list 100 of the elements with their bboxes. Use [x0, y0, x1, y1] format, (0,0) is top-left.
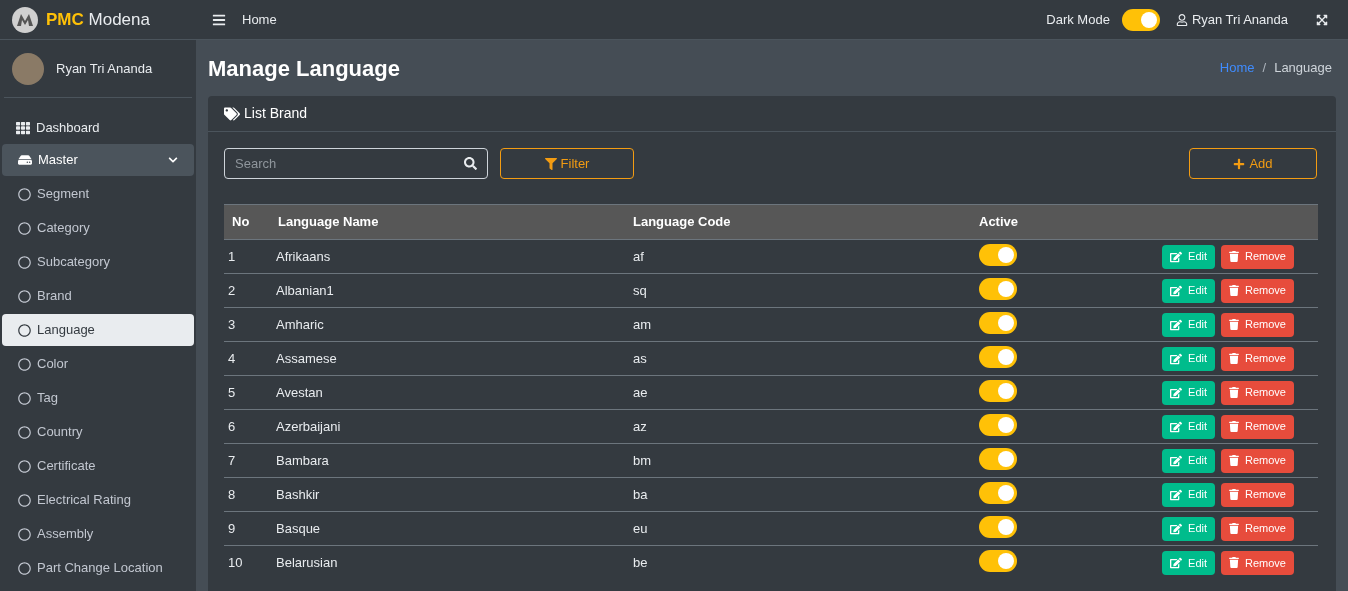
remove-button[interactable]: Remove [1221, 482, 1294, 507]
toggle-switch[interactable] [979, 277, 1017, 300]
edit-button[interactable]: Edit [1162, 380, 1216, 405]
toggle-switch[interactable] [979, 243, 1017, 266]
toggle-switch[interactable] [979, 481, 1017, 504]
home-link[interactable]: Home [242, 9, 277, 30]
remove-button[interactable]: Remove [1221, 312, 1294, 337]
nav-item[interactable]: Dashboard [4, 112, 192, 144]
trash-icon [1229, 285, 1240, 296]
user-icon [1175, 13, 1188, 26]
user-menu[interactable]: Ryan Tri Ananda [1175, 9, 1288, 30]
toggle-switch[interactable] [979, 345, 1017, 368]
table-cell: 8 [224, 477, 272, 512]
remove-button[interactable]: Remove [1221, 244, 1294, 269]
edit-button[interactable]: Edit [1162, 346, 1216, 371]
table-cell: bm [633, 443, 979, 478]
trash-icon [1229, 489, 1240, 500]
trash-icon [1229, 421, 1240, 432]
nav-subitem[interactable]: Segment [2, 178, 194, 210]
toggle-switch[interactable] [979, 515, 1017, 538]
edit-icon [1170, 250, 1183, 263]
toggle-switch[interactable] [979, 550, 1017, 572]
card-title: List Brand [244, 104, 308, 123]
nav-subitem[interactable]: Category [2, 212, 194, 244]
table-cell: 6 [224, 409, 272, 444]
nav-subitem[interactable]: Color [2, 348, 194, 380]
table-cell: ba [633, 477, 979, 512]
remove-button[interactable]: Remove [1221, 380, 1294, 405]
nav-subitem[interactable]: Subcategory [2, 246, 194, 278]
edit-button[interactable]: Edit [1162, 278, 1216, 303]
edit-button[interactable]: Edit [1162, 244, 1216, 269]
remove-button[interactable]: Remove [1221, 278, 1294, 303]
menu-icon[interactable] [212, 12, 226, 27]
edit-icon [1170, 488, 1183, 501]
trash-icon [1229, 557, 1240, 569]
avatar [12, 52, 44, 85]
search-icon[interactable] [464, 157, 477, 170]
table-cell: Amharic [272, 307, 633, 342]
logo-icon [12, 6, 38, 33]
table-cell: Belarusian [272, 545, 633, 580]
table-cell: Bashkir [272, 477, 633, 512]
table-cell: 10 [224, 545, 272, 580]
trash-icon [1229, 523, 1240, 534]
table-cell: 5 [224, 375, 272, 410]
brand-name: PMC Modena [46, 8, 150, 31]
dark-mode-label: Dark Mode [1046, 10, 1110, 29]
grid-icon [16, 121, 30, 135]
table-cell: Azerbaijani [272, 409, 633, 444]
remove-button[interactable]: Remove [1221, 346, 1294, 371]
table-cell: eu [633, 511, 979, 546]
search-input[interactable]: Search [225, 153, 464, 174]
nav-subitem[interactable]: Country [2, 416, 194, 448]
breadcrumb-separator: / [1262, 59, 1267, 78]
toggle-switch[interactable] [979, 447, 1017, 470]
toggle-switch[interactable] [1121, 8, 1160, 31]
drive-icon [18, 153, 32, 167]
fullscreen-icon[interactable] [1316, 13, 1328, 26]
remove-button[interactable]: Remove [1221, 516, 1294, 541]
edit-button[interactable]: Edit [1162, 312, 1216, 337]
toggle-switch[interactable] [979, 413, 1017, 436]
nav-subitem[interactable]: Certificate [2, 450, 194, 482]
filter-button[interactable]: Filter [500, 148, 634, 179]
edit-button[interactable]: Edit [1162, 482, 1216, 507]
nav-subitem[interactable]: Part Change Location [2, 552, 194, 584]
edit-icon [1170, 454, 1183, 467]
remove-button[interactable]: Remove [1221, 448, 1294, 473]
edit-icon [1170, 284, 1183, 297]
search-field[interactable]: Search [224, 148, 488, 179]
toggle-switch[interactable] [979, 379, 1017, 402]
table-cell: Bambara [272, 443, 633, 478]
table-cell: ae [633, 375, 979, 410]
user-name: Ryan Tri Ananda [56, 59, 153, 78]
table-cell: Basque [272, 511, 633, 546]
table-cell: 4 [224, 341, 272, 376]
nav-subitem[interactable]: Electrical Rating [2, 484, 194, 516]
add-button[interactable]: Add [1189, 148, 1317, 179]
edit-icon [1170, 522, 1183, 535]
toggle-switch[interactable] [979, 311, 1017, 334]
table-cell: as [633, 341, 979, 376]
nav-subitem[interactable]: Assembly [2, 518, 194, 550]
table-cell: 2 [224, 273, 272, 308]
edit-button[interactable]: Edit [1162, 414, 1216, 439]
table-cell: az [633, 409, 979, 444]
breadcrumb-link[interactable]: Home [1219, 58, 1255, 78]
edit-icon [1170, 420, 1183, 433]
nav-subitem[interactable]: Tag [2, 382, 194, 414]
chevron-icon [168, 155, 178, 165]
edit-button[interactable]: Edit [1162, 550, 1216, 575]
column-header: Language Name [272, 204, 633, 240]
nav-subitem[interactable]: Brand [2, 280, 194, 312]
nav-subitem[interactable]: Language [2, 314, 194, 346]
edit-button[interactable]: Edit [1162, 516, 1216, 541]
edit-button[interactable]: Edit [1162, 448, 1216, 473]
table-cell: 7 [224, 443, 272, 478]
table-cell: 9 [224, 511, 272, 546]
remove-button[interactable]: Remove [1221, 550, 1294, 575]
table-cell: Albanian1 [272, 273, 633, 308]
remove-button[interactable]: Remove [1221, 414, 1294, 439]
nav-item[interactable]: Master [2, 144, 194, 176]
column-header: No [224, 204, 272, 240]
